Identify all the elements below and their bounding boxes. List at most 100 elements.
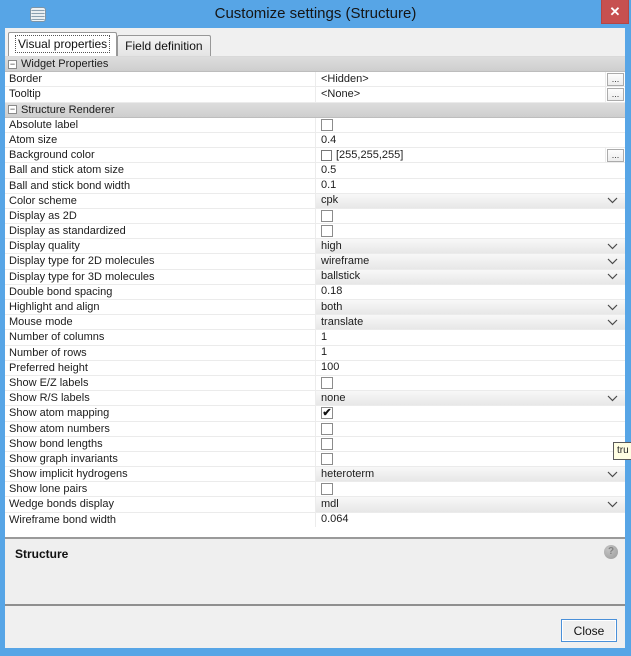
property-label: Display type for 2D molecules	[5, 254, 316, 268]
property-label: Color scheme	[5, 194, 316, 208]
checkbox[interactable]	[321, 377, 333, 389]
text-value[interactable]: <None>	[316, 88, 360, 101]
dropdown-value: high	[321, 240, 342, 253]
property-row: Number of rows1	[5, 346, 625, 361]
dropdown-field[interactable]: mdl	[316, 497, 625, 511]
property-label: Display quality	[5, 239, 316, 253]
collapse-icon[interactable]: −	[8, 60, 17, 69]
property-label: Absolute label	[5, 118, 316, 132]
property-value: 1	[316, 330, 625, 344]
text-value[interactable]: 0.064	[316, 513, 349, 526]
dropdown-field[interactable]: high	[316, 239, 625, 253]
property-value: 1	[316, 346, 625, 360]
text-value[interactable]: 0.18	[316, 285, 342, 298]
text-value[interactable]: 0.1	[316, 179, 336, 192]
dropdown-field[interactable]: wireframe	[316, 254, 625, 268]
property-label: Show R/S labels	[5, 391, 316, 405]
text-value[interactable]: <Hidden>	[316, 73, 369, 86]
property-row: Absolute label	[5, 118, 625, 133]
group-label: Structure Renderer	[21, 103, 115, 117]
property-row: Show bond lengths	[5, 437, 625, 452]
property-label: Number of columns	[5, 330, 316, 344]
checkbox[interactable]	[321, 225, 333, 237]
property-row: Show lone pairs	[5, 482, 625, 497]
property-value	[316, 482, 625, 496]
checkbox[interactable]	[321, 483, 333, 495]
dropdown-field[interactable]: ballstick	[316, 270, 625, 284]
property-row: Show implicit hydrogensheteroterm	[5, 467, 625, 482]
checkbox[interactable]	[321, 210, 333, 222]
checkbox[interactable]	[321, 119, 333, 131]
checkbox[interactable]	[321, 423, 333, 435]
dropdown-value: ballstick	[321, 270, 360, 283]
property-row: Double bond spacing0.18	[5, 285, 625, 300]
text-value[interactable]: 100	[316, 361, 339, 374]
ellipsis-button[interactable]: ...	[607, 149, 624, 162]
close-icon[interactable]: ✕	[601, 0, 629, 24]
chevron-down-icon	[607, 395, 618, 402]
dropdown-value: heteroterm	[321, 468, 374, 481]
ellipsis-cell: ...	[605, 72, 625, 86]
dropdown-field[interactable]: none	[316, 391, 625, 405]
property-label: Show E/Z labels	[5, 376, 316, 390]
checkbox[interactable]	[321, 438, 333, 450]
property-row: Show graph invariants	[5, 452, 625, 467]
property-row: Background color[255,255,255]...	[5, 148, 625, 163]
property-value	[316, 224, 625, 238]
property-row: Tooltip<None>...	[5, 87, 625, 102]
property-value: ✔	[316, 406, 625, 420]
ellipsis-cell: ...	[605, 148, 625, 162]
text-value[interactable]: 0.5	[316, 164, 336, 177]
property-label: Highlight and align	[5, 300, 316, 314]
chevron-down-icon	[607, 273, 618, 280]
text-value[interactable]: 0.4	[316, 134, 336, 147]
property-row: Display type for 3D moleculesballstick	[5, 270, 625, 285]
value-tooltip: tru	[613, 442, 631, 460]
app-icon	[30, 7, 46, 22]
property-label: Show bond lengths	[5, 437, 316, 451]
property-label: Show atom mapping	[5, 406, 316, 420]
dropdown-field[interactable]: translate	[316, 315, 625, 329]
property-value: <None>	[316, 87, 605, 101]
dialog-footer: Close	[5, 606, 625, 648]
property-label: Tooltip	[5, 87, 316, 101]
dropdown-value: mdl	[321, 498, 339, 511]
structure-section-title: Structure	[5, 539, 625, 561]
dropdown-value: cpk	[321, 194, 338, 207]
text-value[interactable]: 1	[316, 346, 327, 359]
dropdown-value: both	[321, 301, 342, 314]
chevron-down-icon	[607, 243, 618, 250]
property-row: Show atom mapping ✔	[5, 406, 625, 421]
property-row: Number of columns1	[5, 330, 625, 345]
dropdown-value: wireframe	[321, 255, 369, 268]
ellipsis-button[interactable]: ...	[607, 88, 624, 101]
color-value: [255,255,255]	[332, 149, 403, 162]
title-bar: Customize settings (Structure) ✕	[0, 0, 631, 28]
property-value	[316, 209, 625, 223]
property-label: Show lone pairs	[5, 482, 316, 496]
collapse-icon[interactable]: −	[8, 105, 17, 114]
property-row: Display as 2D	[5, 209, 625, 224]
dropdown-field[interactable]: both	[316, 300, 625, 314]
property-value: 0.5	[316, 163, 625, 177]
close-button[interactable]: Close	[561, 619, 617, 642]
text-value[interactable]: 1	[316, 331, 327, 344]
property-row: Display as standardized	[5, 224, 625, 239]
property-value: 0.18	[316, 285, 625, 299]
checkbox[interactable]: ✔	[321, 407, 333, 419]
tab-field-definition[interactable]: Field definition	[117, 35, 210, 56]
checkbox[interactable]	[321, 453, 333, 465]
color-swatch	[321, 150, 332, 161]
tab-label: Field definition	[125, 39, 202, 53]
property-label: Wedge bonds display	[5, 497, 316, 511]
property-row: Display quality high	[5, 239, 625, 254]
dropdown-field[interactable]: cpk	[316, 194, 625, 208]
property-row: Preferred height100	[5, 361, 625, 376]
property-row: Highlight and align both	[5, 300, 625, 315]
tab-visual-properties[interactable]: Visual properties	[8, 32, 117, 56]
dropdown-field[interactable]: heteroterm	[316, 467, 625, 481]
dialog-title: Customize settings (Structure)	[0, 0, 631, 28]
ellipsis-cell: ...	[605, 87, 625, 101]
property-value	[316, 422, 625, 436]
ellipsis-button[interactable]: ...	[607, 73, 624, 86]
